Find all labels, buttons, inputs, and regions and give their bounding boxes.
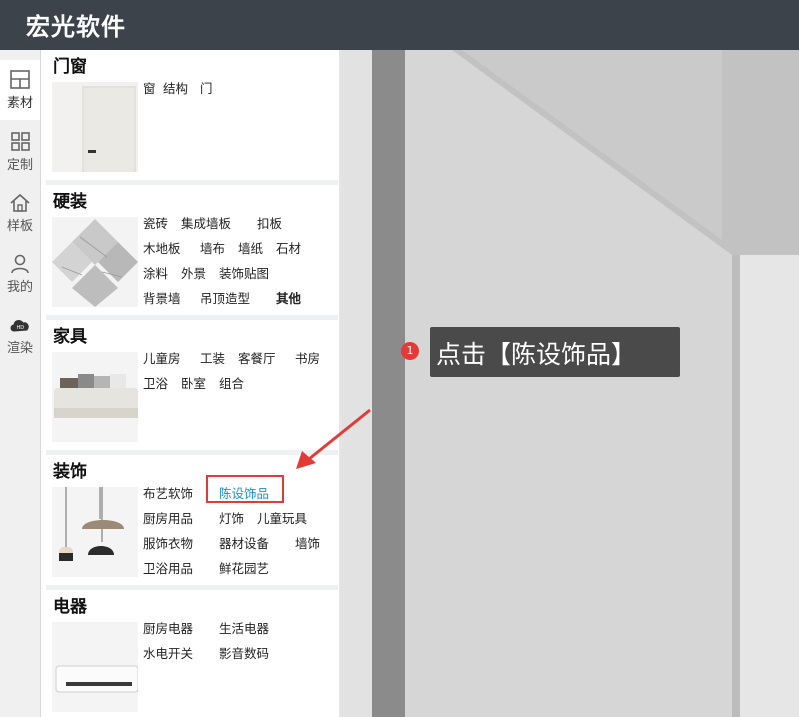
- rail-item-label: 渲染: [6, 341, 33, 356]
- link-wall-decor[interactable]: 墙饰: [295, 533, 320, 552]
- svg-text:HD: HD: [17, 325, 25, 331]
- sofa-image: [52, 352, 138, 442]
- door-image: [52, 82, 138, 172]
- pointer-arrow: [296, 408, 371, 469]
- section-title: 电器: [53, 597, 87, 617]
- link-equipment[interactable]: 器材设备: [219, 533, 269, 552]
- link-stone[interactable]: 石材: [276, 238, 301, 257]
- rail-item-template[interactable]: 样板: [0, 183, 40, 243]
- app-title: 宏光软件: [26, 13, 126, 41]
- link-coating[interactable]: 涂料: [143, 263, 168, 282]
- lamp-thumbnail[interactable]: [52, 487, 138, 577]
- link-workwear[interactable]: 工装: [200, 348, 225, 367]
- link-study[interactable]: 书房: [295, 348, 320, 367]
- sofa-thumbnail[interactable]: [52, 352, 138, 442]
- link-other[interactable]: 其他: [276, 288, 301, 307]
- home-icon: [10, 193, 30, 212]
- link-bath-supplies[interactable]: 卫浴用品: [143, 558, 193, 577]
- rail-item-custom[interactable]: 定制: [0, 122, 40, 182]
- link-structure[interactable]: 结构: [163, 78, 188, 97]
- link-gusset[interactable]: 扣板: [257, 213, 282, 232]
- link-feature-wall[interactable]: 背景墙: [143, 288, 181, 307]
- rail-item-label: 我的: [6, 280, 33, 295]
- room-render: [342, 50, 799, 717]
- link-fabric-decor[interactable]: 布艺软饰: [143, 483, 193, 502]
- section-title: 门窗: [53, 57, 87, 77]
- link-home-appliance[interactable]: 生活电器: [219, 618, 269, 637]
- air-conditioner-image: [52, 622, 138, 712]
- side-rail: 素材 定制 样板 我的 HD 渲染: [0, 50, 41, 717]
- four-squares-icon: [11, 132, 30, 151]
- link-bathroom[interactable]: 卫浴: [143, 373, 168, 392]
- step-badge: 1: [401, 342, 419, 360]
- link-bedroom[interactable]: 卧室: [181, 373, 206, 392]
- link-lighting[interactable]: 灯饰: [219, 508, 244, 527]
- door-thumbnail[interactable]: [52, 82, 138, 172]
- rail-item-label: 定制: [6, 158, 33, 173]
- cloud-render-icon: HD: [10, 320, 29, 332]
- link-digital[interactable]: 影音数码: [219, 643, 269, 662]
- link-kitchen-appliance[interactable]: 厨房电器: [143, 618, 193, 637]
- ac-thumbnail[interactable]: [52, 622, 138, 712]
- link-living-dining[interactable]: 客餐厅: [238, 348, 276, 367]
- rail-item-label: 样板: [6, 219, 33, 234]
- instruction-tooltip: 点击【陈设饰品】: [430, 327, 680, 377]
- link-exterior[interactable]: 外景: [181, 263, 206, 282]
- title-bar: 宏光软件: [0, 0, 799, 50]
- link-wallpaper[interactable]: 墙纸: [238, 238, 263, 257]
- link-switches[interactable]: 水电开关: [143, 643, 193, 662]
- marble-tile-image: [52, 217, 138, 307]
- link-kitchenware[interactable]: 厨房用品: [143, 508, 193, 527]
- section-appliances: 电器 厨房电器 生活电器 水电开关 影音数码: [46, 590, 338, 717]
- link-door[interactable]: 门: [200, 78, 213, 97]
- rail-item-material[interactable]: 素材: [0, 60, 40, 120]
- material-panel: 门窗 窗 结构 门 硬装 瓷砖 集成墙板 扣板 木地板 墙布 墙纸 石材 涂料 …: [41, 50, 339, 717]
- tile-thumbnail[interactable]: [52, 217, 138, 307]
- link-decal[interactable]: 装饰贴图: [219, 263, 269, 282]
- link-flowers[interactable]: 鲜花园艺: [219, 558, 269, 577]
- layout-grid-icon: [10, 70, 30, 89]
- rail-item-mine[interactable]: 我的: [0, 244, 40, 304]
- section-title: 装饰: [53, 462, 87, 482]
- user-icon: [11, 254, 29, 274]
- section-title: 家具: [53, 327, 87, 347]
- rail-item-render[interactable]: HD 渲染: [0, 305, 40, 365]
- link-ceiling[interactable]: 吊顶造型: [200, 288, 250, 307]
- pendant-lamp-image: [52, 487, 138, 577]
- link-clothing[interactable]: 服饰衣物: [143, 533, 193, 552]
- rail-item-label: 素材: [6, 96, 33, 111]
- design-canvas[interactable]: [342, 50, 799, 717]
- link-kids-room[interactable]: 儿童房: [143, 348, 181, 367]
- link-wood-floor[interactable]: 木地板: [143, 238, 181, 257]
- link-combo[interactable]: 组合: [219, 373, 244, 392]
- link-toys[interactable]: 儿童玩具: [257, 508, 307, 527]
- highlight-box: [206, 475, 284, 503]
- link-ceramic-tile[interactable]: 瓷砖: [143, 213, 168, 232]
- section-title: 硬装: [53, 192, 87, 212]
- section-doors: 门窗 窗 结构 门: [46, 50, 338, 180]
- section-hard: 硬装 瓷砖 集成墙板 扣板 木地板 墙布 墙纸 石材 涂料 外景 装饰贴图 背景…: [46, 185, 338, 315]
- tooltip-text: 点击【陈设饰品】: [436, 340, 637, 369]
- link-integrated-panel[interactable]: 集成墙板: [181, 213, 231, 232]
- link-window[interactable]: 窗: [143, 78, 156, 97]
- link-wall-cloth[interactable]: 墙布: [200, 238, 225, 257]
